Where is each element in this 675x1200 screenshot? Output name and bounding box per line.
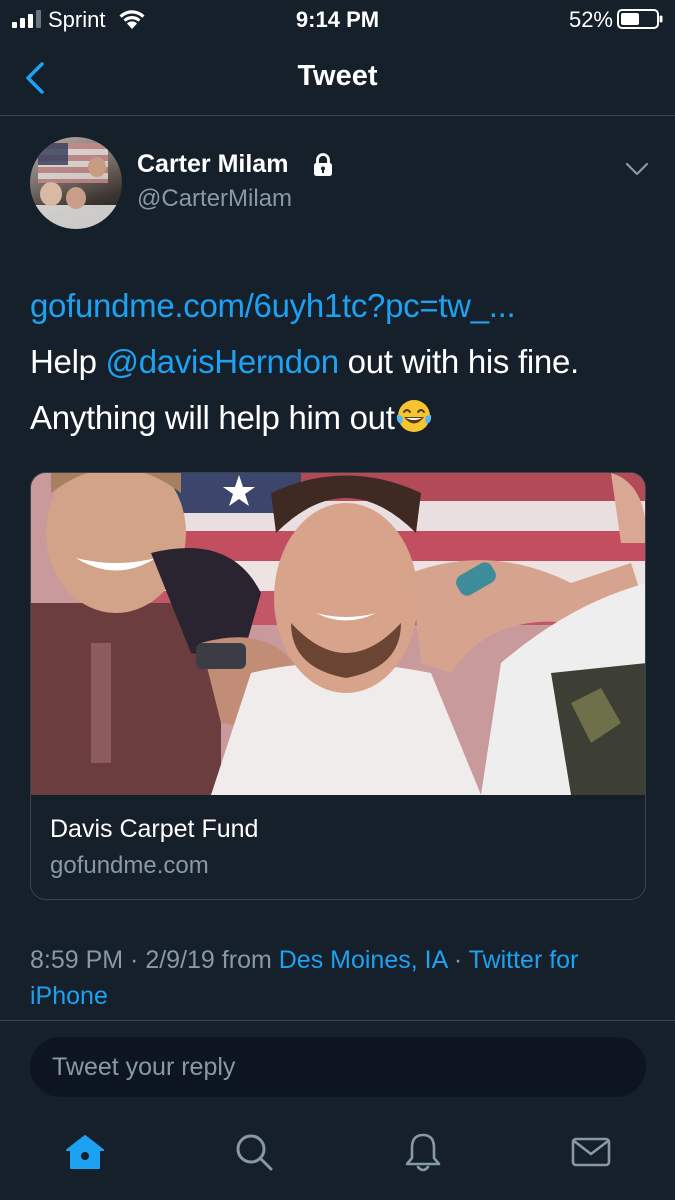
tweet-date: 2/9/19 (145, 946, 215, 974)
tweet-metadata: 8:59 PM · 2/9/19 from Des Moines, IA · T… (30, 946, 579, 1010)
battery-percentage: 52% (568, 7, 613, 32)
avatar-person (66, 187, 86, 209)
envelope-icon (571, 1137, 611, 1167)
tab-search[interactable] (232, 1130, 276, 1174)
tab-notifications[interactable] (401, 1130, 445, 1174)
home-icon (66, 1135, 104, 1169)
tab-bar (0, 1110, 675, 1200)
location-link[interactable]: Des Moines, IA (279, 946, 447, 974)
avatar[interactable] (30, 137, 122, 229)
tears-of-joy-emoji-icon (396, 400, 431, 432)
tweet-text-segment: Anything will help him out (30, 399, 395, 436)
author-name[interactable]: Carter Milam (137, 150, 288, 179)
card-meta: Davis Carpet Fund gofundme.com (31, 795, 645, 899)
status-bar: Sprint 9:14 PM 52% (0, 0, 675, 40)
search-icon (236, 1134, 273, 1171)
author-handle[interactable]: @CarterMilam (137, 185, 292, 213)
avatar-person (88, 157, 106, 177)
tweet-from-label: from (221, 946, 272, 974)
card-title: Davis Carpet Fund (50, 815, 259, 843)
tweet-text: gofundme.com/6uyh1tc?pc=tw_... Help @dav… (30, 278, 650, 446)
tweet-link[interactable]: gofundme.com/6uyh1tc?pc=tw_... (30, 287, 516, 324)
tweet-text-segment: out with his fine. (338, 343, 580, 380)
bell-icon (405, 1133, 441, 1172)
tab-home[interactable] (63, 1130, 107, 1174)
lock-icon (314, 153, 332, 176)
card-preview-image (31, 473, 645, 795)
card-photo-illustration (31, 473, 645, 795)
navigation-bar: Tweet (0, 40, 675, 116)
page-title: Tweet (297, 60, 378, 92)
avatar-flag-canton (38, 143, 68, 165)
reply-input[interactable] (30, 1037, 646, 1097)
tab-messages[interactable] (569, 1130, 613, 1174)
tweet-text-segment: Help (30, 343, 106, 380)
divider (0, 1020, 675, 1021)
chevron-down-icon[interactable] (624, 160, 650, 178)
tweet-time: 8:59 PM (30, 946, 124, 974)
card-domain: gofundme.com (50, 852, 209, 879)
mention-link[interactable]: @davisHerndon (106, 343, 340, 380)
link-preview-card[interactable]: Davis Carpet Fund gofundme.com (30, 472, 646, 900)
avatar-person (40, 182, 62, 206)
battery-icon (617, 9, 663, 29)
